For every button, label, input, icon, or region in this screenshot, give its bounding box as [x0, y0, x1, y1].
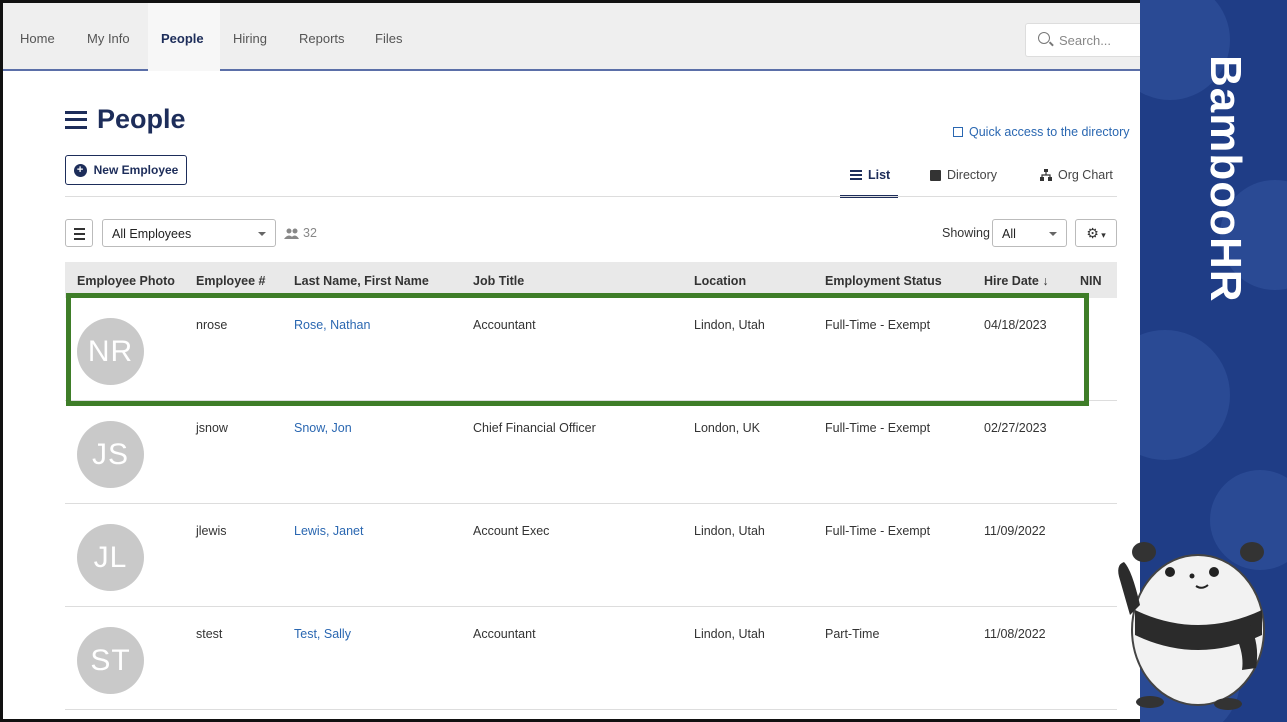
hire-date: 02/27/2023	[984, 421, 1047, 435]
row-highlight-box	[66, 293, 1089, 406]
employee-number: stest	[196, 627, 223, 641]
plus-circle-icon: +	[73, 163, 87, 177]
search-input[interactable]: Search...	[1025, 23, 1140, 57]
employee-filter-select[interactable]: All Employees	[102, 219, 276, 247]
nav-hiring[interactable]: Hiring	[233, 31, 267, 46]
employee-count-value: 32	[303, 226, 317, 240]
employee-name-link[interactable]: Test, Sally	[294, 627, 351, 641]
top-nav: Home My Info People Hiring Reports Files…	[3, 3, 1140, 71]
divider	[65, 196, 1117, 197]
avatar: JL	[77, 524, 144, 591]
table-settings-button[interactable]: ⚙ ▾	[1075, 219, 1117, 247]
search-icon	[1038, 32, 1050, 44]
tab-org-chart-label: Org Chart	[1058, 168, 1113, 182]
directory-icon	[930, 169, 941, 181]
job-title: Chief Financial Officer	[473, 421, 596, 435]
column-header[interactable]: Employee Photo	[77, 274, 175, 288]
nav-reports[interactable]: Reports	[299, 31, 345, 46]
column-header[interactable]: Hire Date ↓	[984, 274, 1049, 288]
employee-count: 32	[284, 226, 317, 240]
column-header[interactable]: Location	[694, 274, 746, 288]
showing-select[interactable]: All	[992, 219, 1067, 247]
employment-status: Full-Time - Exempt	[825, 524, 931, 538]
table-row[interactable]: JS jsnow Snow, Jon Chief Financial Offic…	[65, 401, 1117, 504]
new-employee-button[interactable]: + New Employee	[65, 155, 187, 185]
avatar: JS	[77, 421, 144, 488]
brand-pattern	[1140, 330, 1230, 460]
showing-label: Showing	[942, 226, 990, 240]
page-title-text: People	[97, 104, 186, 134]
filter-settings-button[interactable]	[65, 219, 93, 247]
employment-status: Full-Time - Exempt	[825, 421, 931, 435]
search-placeholder: Search...	[1059, 33, 1112, 48]
column-header[interactable]: Employment Status	[825, 274, 942, 288]
people-icon	[284, 228, 299, 239]
nav-home[interactable]: Home	[20, 31, 55, 46]
column-header[interactable]: Employee #	[196, 274, 265, 288]
employee-number: jlewis	[196, 524, 227, 538]
employee-name-link[interactable]: Snow, Jon	[294, 421, 352, 435]
column-header[interactable]: Job Title	[473, 274, 524, 288]
job-title: Account Exec	[473, 524, 550, 538]
location: Lindon, Utah	[694, 627, 765, 641]
column-header[interactable]: NIN	[1080, 274, 1102, 288]
new-employee-label: New Employee	[93, 163, 179, 177]
chevron-down-icon	[258, 232, 266, 236]
employee-number: jsnow	[196, 421, 228, 435]
nav-my-info[interactable]: My Info	[87, 31, 130, 46]
org-chart-icon	[1040, 169, 1052, 181]
table-row[interactable]: ST stest Test, Sally Accountant Lindon, …	[65, 607, 1117, 710]
menu-icon[interactable]	[65, 110, 87, 129]
location: Lindon, Utah	[694, 524, 765, 538]
chevron-down-icon: ▾	[1098, 230, 1106, 240]
table-row[interactable]: JL jlewis Lewis, Janet Account Exec Lind…	[65, 504, 1117, 607]
list-icon	[850, 170, 862, 180]
employment-status: Part-Time	[825, 627, 880, 641]
job-title: Accountant	[473, 627, 536, 641]
showing-value: All	[1002, 227, 1016, 241]
tab-directory[interactable]: Directory	[930, 168, 997, 182]
nav-people[interactable]: People	[161, 31, 204, 46]
hire-date: 11/09/2022	[984, 524, 1046, 538]
location: London, UK	[694, 421, 761, 435]
tab-directory-label: Directory	[947, 168, 998, 182]
quick-access-link[interactable]: Quick access to the directory	[953, 125, 1129, 139]
employee-name-link[interactable]: Lewis, Janet	[294, 524, 363, 538]
hire-date: 11/08/2022	[984, 627, 1046, 641]
nav-files[interactable]: Files	[375, 31, 402, 46]
page-title: People	[65, 104, 186, 135]
tab-list-label: List	[868, 168, 891, 182]
panda-mascot-icon	[1118, 542, 1265, 710]
gear-icon: ⚙	[1086, 225, 1099, 241]
brand-logo-text: BambooHR	[1201, 55, 1250, 303]
chevron-down-icon	[1049, 232, 1057, 236]
tab-list[interactable]: List	[850, 168, 890, 182]
column-header[interactable]: Last Name, First Name	[294, 274, 429, 288]
external-link-icon	[953, 127, 963, 137]
quick-access-label: Quick access to the directory	[969, 125, 1130, 139]
employee-filter-value: All Employees	[112, 227, 192, 241]
avatar: ST	[77, 627, 144, 694]
tab-org-chart[interactable]: Org Chart	[1040, 168, 1113, 182]
